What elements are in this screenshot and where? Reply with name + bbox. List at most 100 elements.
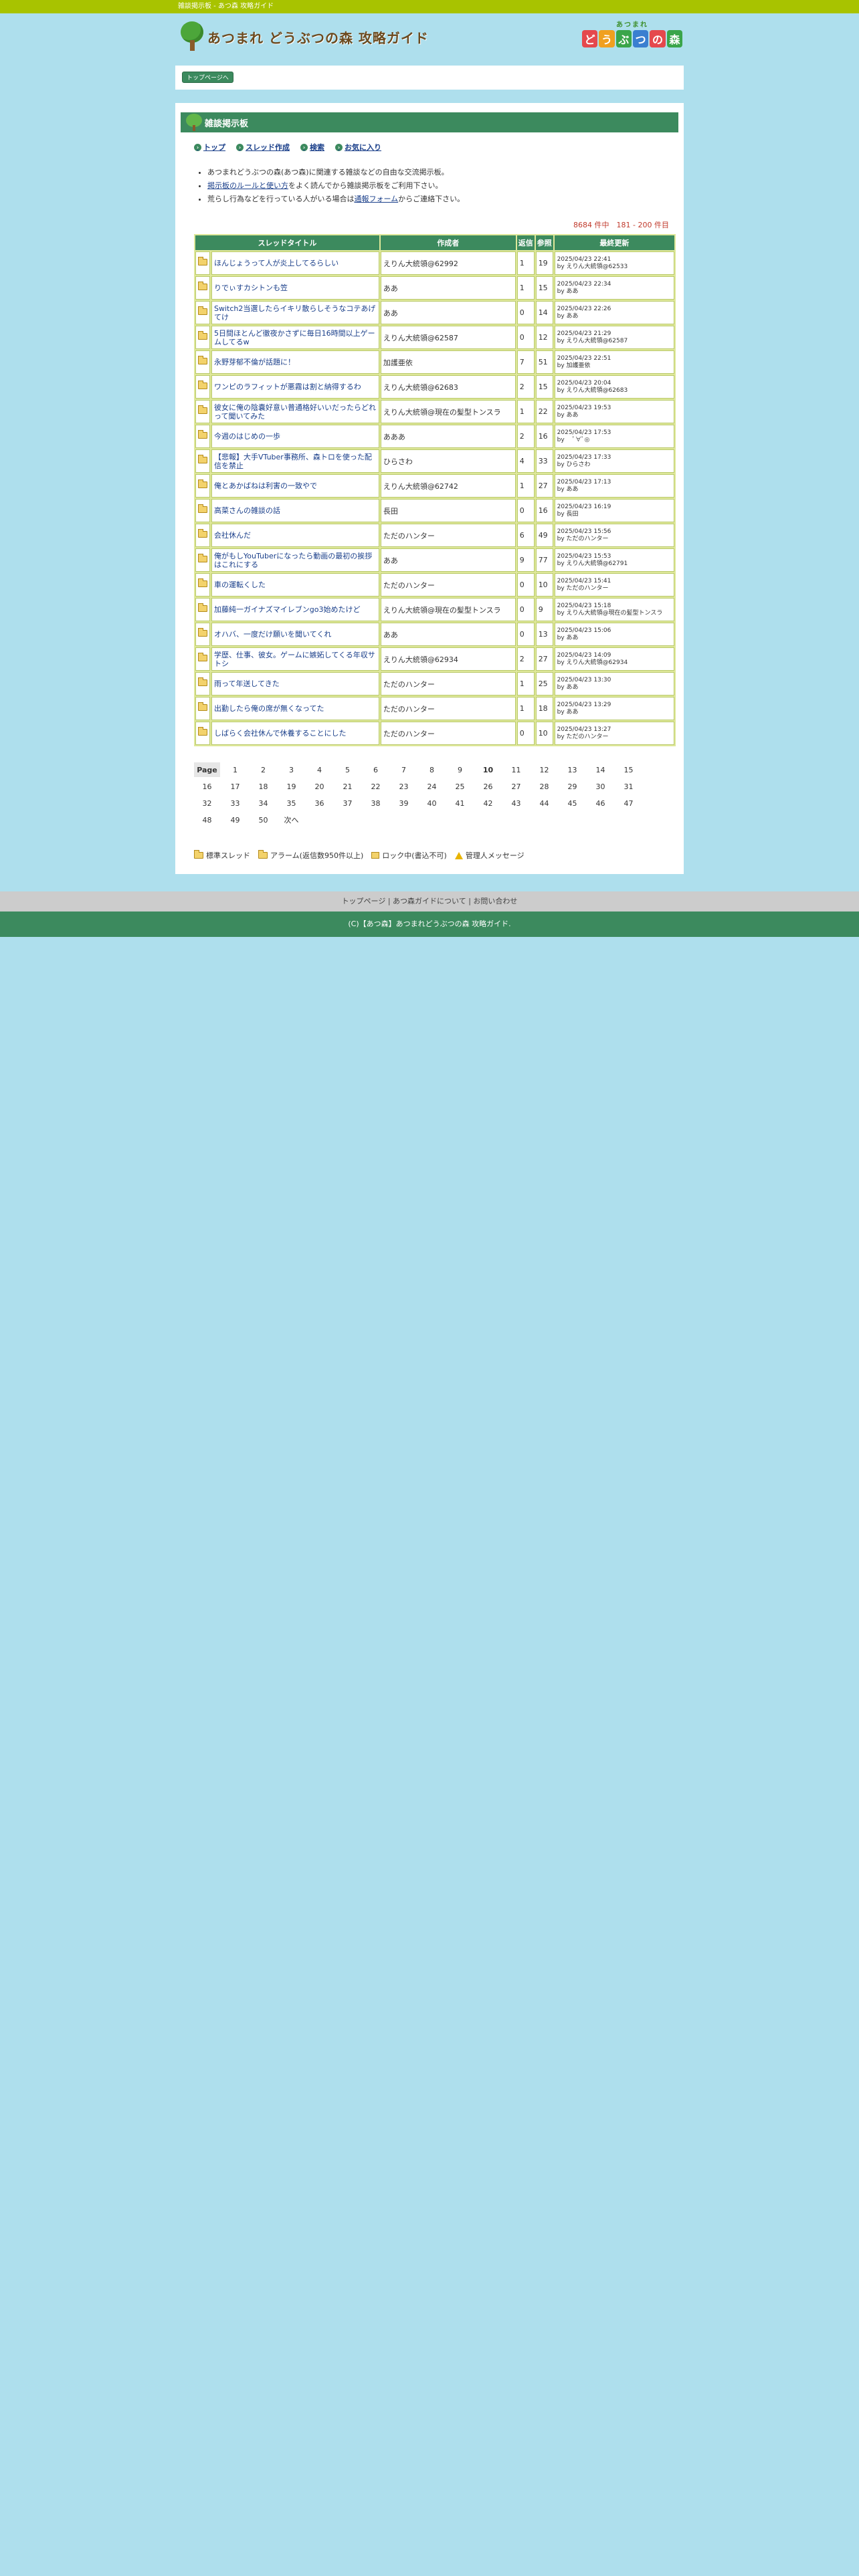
thread-title-link[interactable]: 学歴、仕事、彼女。ゲームに嫉妬してくる年収サトシ <box>214 651 377 668</box>
thread-title-link[interactable]: 永野芽郁不倫が話題に！ <box>214 358 377 366</box>
page-link[interactable]: 34 <box>250 796 276 811</box>
thread-updated: 2025/04/23 20:04 by えりん大統領@62683 <box>554 375 674 399</box>
tree-icon <box>181 21 203 52</box>
thread-title-link[interactable]: 会社休んだ <box>214 531 377 540</box>
page-link[interactable]: 43 <box>503 796 529 811</box>
thread-title-link[interactable]: Switch2当選したらイキリ散らしそうなコテあげてけ <box>214 304 377 322</box>
footer-nav[interactable]: トップページ | あつ森ガイドについて | お問い合わせ <box>0 891 859 911</box>
thread-title-cell: 彼女に俺の陰嚢好意い普通格好いいだったらどれって聞いてみた <box>211 400 379 423</box>
page-link[interactable]: 17 <box>222 779 248 794</box>
thread-title-link[interactable]: ワンピのラフィットが悪霧は割と納得するわ <box>214 383 377 391</box>
page-link[interactable]: 42 <box>475 796 501 811</box>
thread-title-link[interactable]: 俺とあかばねは利害の一致やで <box>214 481 377 490</box>
page-link[interactable]: 7 <box>391 762 417 777</box>
tree-icon <box>186 114 202 131</box>
thread-views: 19 <box>535 251 553 275</box>
page-link[interactable]: 8 <box>419 762 445 777</box>
page-link[interactable]: 23 <box>391 779 417 794</box>
page-link[interactable]: 35 <box>278 796 304 811</box>
page-link[interactable]: 28 <box>531 779 557 794</box>
thread-row: 学歴、仕事、彼女。ゲームに嫉妬してくる年収サトシ えりん大統領@62934 2 27 2… <box>195 647 674 671</box>
page-link[interactable]: 39 <box>391 796 417 811</box>
thread-replies: 9 <box>516 548 535 572</box>
link-top[interactable]: › トップ <box>194 142 225 152</box>
thread-title-cell: 俺がもしYouTuberになったら動画の最初の挨拶はこれにする <box>211 548 379 572</box>
page-link[interactable]: 3 <box>278 762 304 777</box>
page-link[interactable]: 1 <box>222 762 248 777</box>
thread-title-cell: 雨って年送してきた <box>211 672 379 695</box>
page-link[interactable]: 36 <box>306 796 332 811</box>
page-link[interactable]: 2 <box>250 762 276 777</box>
page-link[interactable]: 6 <box>363 762 389 777</box>
page-link[interactable]: 18 <box>250 779 276 794</box>
page-link[interactable]: 31 <box>615 779 642 794</box>
page-link[interactable]: 4 <box>306 762 332 777</box>
page-link[interactable]: 44 <box>531 796 557 811</box>
thread-title-link[interactable]: 今週のはじめの一歩 <box>214 432 377 441</box>
page-link[interactable]: 37 <box>335 796 361 811</box>
thread-title-link[interactable]: 出勤したら俺の席が無くなってた <box>214 704 377 713</box>
page-link[interactable]: 20 <box>306 779 332 794</box>
page-link[interactable]: 19 <box>278 779 304 794</box>
page-link[interactable]: 15 <box>615 762 642 777</box>
link-create-thread[interactable]: › スレッド作成 <box>236 142 290 152</box>
page-link[interactable]: 21 <box>335 779 361 794</box>
thread-title-link[interactable]: しばらく会社休んで休養することにした <box>214 729 377 738</box>
page-link[interactable]: 26 <box>475 779 501 794</box>
thread-title-link[interactable]: 高菜さんの雑談の話 <box>214 506 377 515</box>
page-link[interactable]: 27 <box>503 779 529 794</box>
thread-title-link[interactable]: 彼女に俺の陰嚢好意い普通格好いいだったらどれって聞いてみた <box>214 403 377 421</box>
page-link[interactable]: 16 <box>194 779 220 794</box>
page-link[interactable]: 47 <box>615 796 642 811</box>
page-link[interactable]: 12 <box>531 762 557 777</box>
thread-author: あああ <box>380 425 516 448</box>
thread-replies: 0 <box>516 326 535 349</box>
link-favorites[interactable]: › お気に入り <box>335 142 381 152</box>
thread-title-link[interactable]: 【悲報】大手VTuber事務所、森トロを使った配信を禁止 <box>214 453 377 470</box>
thread-replies: 1 <box>516 697 535 720</box>
page-link[interactable]: 50 <box>250 813 276 827</box>
page-link[interactable]: 41 <box>447 796 473 811</box>
folder-icon <box>198 653 207 661</box>
thread-title-link[interactable]: 俺がもしYouTuberになったら動画の最初の挨拶はこれにする <box>214 552 377 569</box>
note-link[interactable]: 通報フォーム <box>354 195 398 203</box>
page-link[interactable]: 11 <box>503 762 529 777</box>
thread-author: えりん大統領@現在の髪型トンスラ <box>380 400 516 423</box>
page-link[interactable]: 45 <box>559 796 585 811</box>
page-link[interactable]: 38 <box>363 796 389 811</box>
page-link[interactable]: 30 <box>587 779 613 794</box>
thread-title-link[interactable]: 車の運転くした <box>214 580 377 589</box>
thread-author: えりん大統領@現在の髪型トンスラ <box>380 598 516 621</box>
page-link[interactable]: 9 <box>447 762 473 777</box>
page-link[interactable]: 22 <box>363 779 389 794</box>
folder-icon <box>198 381 207 389</box>
thread-title-cell: 出勤したら俺の席が無くなってた <box>211 697 379 720</box>
thread-icon-cell <box>195 350 210 374</box>
thread-title-link[interactable]: オハバ、一度だけ願いを聞いてくれ <box>214 630 377 639</box>
thread-author: ただのハンター <box>380 672 516 695</box>
thread-title-link[interactable]: りでぃすカシトンも笠 <box>214 284 377 292</box>
page-link[interactable]: 49 <box>222 813 248 827</box>
page-link[interactable]: 29 <box>559 779 585 794</box>
page-link[interactable]: 33 <box>222 796 248 811</box>
page-link[interactable]: 14 <box>587 762 613 777</box>
thread-title-link[interactable]: ほんじょうって人が炎上してるらしい <box>214 259 377 267</box>
page-link[interactable]: 40 <box>419 796 445 811</box>
note-link[interactable]: 掲示板のルールと使い方 <box>207 181 288 190</box>
site-logo[interactable]: あつまれ どうぶつの森 攻略ガイド <box>181 21 429 52</box>
thread-title-link[interactable]: 雨って年送してきた <box>214 679 377 688</box>
page-link[interactable]: 25 <box>447 779 473 794</box>
thread-updated: 2025/04/23 21:29 by えりん大統領@62587 <box>554 326 674 349</box>
page-link[interactable]: 5 <box>335 762 361 777</box>
page-link[interactable]: 32 <box>194 796 220 811</box>
page-link[interactable]: 48 <box>194 813 220 827</box>
top-page-button[interactable]: トップページへ <box>182 72 233 83</box>
thread-views: 27 <box>535 474 553 498</box>
next-page-link[interactable]: 次へ <box>278 813 304 827</box>
page-link[interactable]: 13 <box>559 762 585 777</box>
thread-title-link[interactable]: 5日間ほとんど徹夜かさずに毎日16時間以上ゲームしてるw <box>214 329 377 346</box>
page-link[interactable]: 24 <box>419 779 445 794</box>
thread-title-link[interactable]: 加藤純一ガイナズマイレブンgo3始めたけど <box>214 605 377 614</box>
page-link[interactable]: 46 <box>587 796 613 811</box>
link-search[interactable]: › 検索 <box>300 142 324 152</box>
